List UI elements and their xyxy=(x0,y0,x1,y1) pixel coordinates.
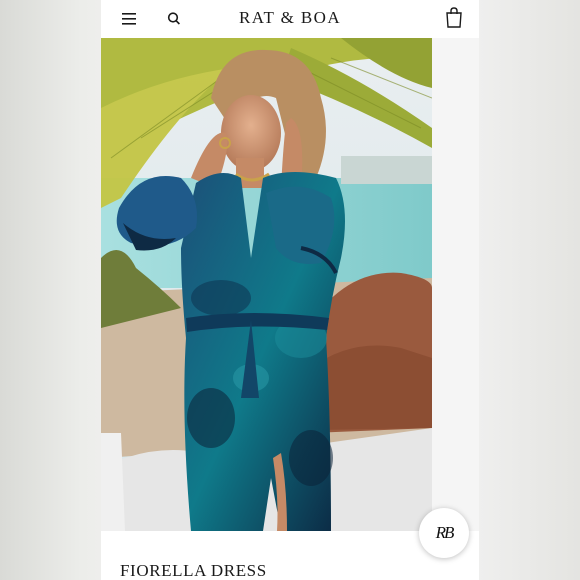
product-title: FIORELLA DRESS xyxy=(120,561,267,580)
phone-screen: RAT & BOA RB FIORELLA DRESS xyxy=(101,0,479,580)
monogram-icon: RB xyxy=(435,523,455,542)
brand-logo[interactable]: RAT & BOA xyxy=(101,8,479,28)
shopping-bag-icon[interactable] xyxy=(444,6,464,30)
top-navigation-bar: RAT & BOA xyxy=(101,0,479,38)
image-gutter xyxy=(432,38,479,531)
product-hero-image[interactable] xyxy=(101,38,432,531)
brand-monogram-button[interactable]: RB xyxy=(419,508,469,558)
